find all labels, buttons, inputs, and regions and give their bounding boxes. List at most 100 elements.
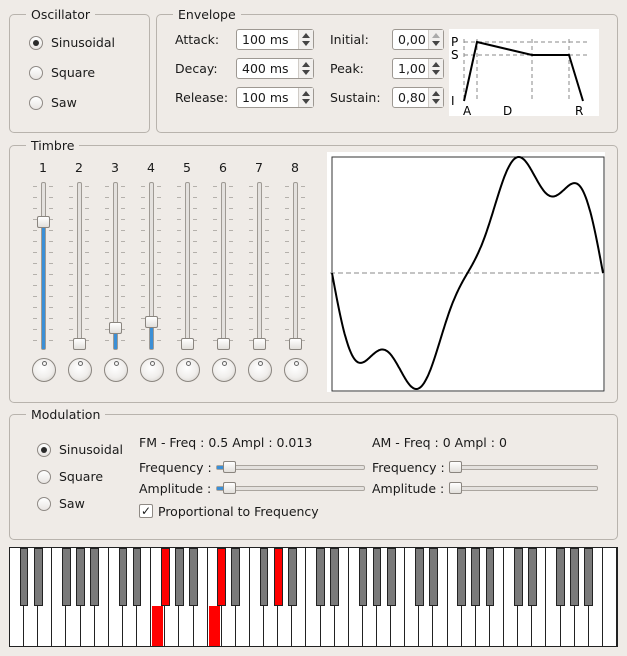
harmonic-slider-handle[interactable]: [181, 338, 194, 350]
harmonic-knob[interactable]: [104, 358, 128, 382]
radio-label: Saw: [59, 496, 85, 511]
black-key[interactable]: [132, 548, 142, 606]
black-key[interactable]: [175, 548, 184, 606]
radio-indicator[interactable]: [29, 65, 43, 80]
oscillator-sinusoidal-radio[interactable]: Sinusoidal: [29, 35, 115, 50]
black-key[interactable]: [76, 548, 85, 606]
slider-handle[interactable]: [222, 482, 236, 494]
modulation-saw-radio[interactable]: Saw: [37, 496, 85, 511]
harmonic-slider-handle[interactable]: [73, 338, 86, 350]
modulation-sinusoidal-radio[interactable]: Sinusoidal: [37, 442, 123, 457]
black-key[interactable]: [231, 548, 241, 606]
decay-spinbox[interactable]: 400 ms: [236, 58, 314, 79]
black-key[interactable]: [189, 548, 198, 606]
harmonic-knob[interactable]: [284, 358, 308, 382]
release-label: Release:: [175, 90, 229, 105]
harmonic-knob[interactable]: [212, 358, 236, 382]
slider-handle[interactable]: [449, 482, 462, 494]
black-key[interactable]: [386, 548, 396, 606]
harmonic-slider-handle[interactable]: [109, 322, 122, 335]
harmonic-knob[interactable]: [68, 358, 92, 382]
proportional-checkbox[interactable]: ✓: [139, 504, 153, 518]
black-key[interactable]: [570, 548, 580, 606]
black-key[interactable]: [556, 548, 565, 606]
black-key[interactable]: [19, 548, 29, 606]
radio-indicator[interactable]: [29, 35, 43, 50]
harmonic-slider[interactable]: [185, 182, 190, 350]
radio-indicator[interactable]: [37, 496, 51, 511]
sustain-label: Sustain:: [330, 90, 381, 105]
envelope-d-label: D: [503, 104, 512, 116]
harmonic-slider-handle[interactable]: [217, 338, 230, 350]
black-key[interactable]: [287, 548, 297, 606]
slider-handle[interactable]: [449, 461, 462, 473]
harmonic-slider[interactable]: [221, 182, 226, 350]
black-key[interactable]: [62, 548, 71, 606]
black-key[interactable]: [316, 548, 325, 606]
harmonic-slider[interactable]: [41, 182, 46, 350]
decay-stepper[interactable]: [298, 59, 313, 78]
radio-indicator[interactable]: [29, 95, 43, 110]
black-key[interactable]: [273, 548, 283, 606]
black-key[interactable]: [485, 548, 495, 606]
fm-amplitude-slider[interactable]: [216, 482, 365, 494]
black-key[interactable]: [471, 548, 481, 606]
black-key[interactable]: [90, 548, 100, 606]
black-key[interactable]: [259, 548, 269, 606]
slider-handle[interactable]: [222, 461, 236, 473]
attack-stepper[interactable]: [298, 30, 313, 49]
envelope-diagram: P S I A D R: [449, 29, 599, 116]
oscillator-square-radio[interactable]: Square: [29, 65, 95, 80]
harmonic-knob[interactable]: [248, 358, 272, 382]
initial-spinbox[interactable]: 0,00: [392, 29, 444, 50]
release-stepper[interactable]: [298, 88, 313, 107]
harmonic-slider[interactable]: [257, 182, 262, 350]
decay-label: Decay:: [175, 61, 218, 76]
release-spinbox[interactable]: 100 ms: [236, 87, 314, 108]
harmonic-slider-handle[interactable]: [289, 338, 302, 350]
radio-label: Square: [59, 469, 104, 484]
envelope-group: Envelope Attack: 100 ms Decay: 400 ms Re…: [156, 7, 618, 133]
sustain-value: 0,80: [398, 90, 426, 105]
black-key[interactable]: [330, 548, 340, 606]
initial-stepper[interactable]: [428, 30, 443, 49]
piano-keyboard[interactable]: [9, 547, 618, 647]
modulation-square-radio[interactable]: Square: [37, 469, 103, 484]
sustain-stepper[interactable]: [428, 88, 443, 107]
black-key[interactable]: [160, 548, 170, 606]
harmonic-knob[interactable]: [176, 358, 200, 382]
white-key[interactable]: [603, 548, 617, 646]
black-key[interactable]: [513, 548, 523, 606]
harmonic-slider-handle[interactable]: [37, 216, 50, 229]
radio-indicator[interactable]: [37, 442, 51, 457]
harmonic-slider-handle[interactable]: [145, 316, 158, 329]
peak-spinbox[interactable]: 1,00: [392, 58, 444, 79]
black-key[interactable]: [33, 548, 43, 606]
harmonic-slider[interactable]: [77, 182, 82, 350]
black-key[interactable]: [414, 548, 424, 606]
oscillator-title: Oscillator: [26, 7, 95, 22]
black-key[interactable]: [372, 548, 382, 606]
harmonic-slider-handle[interactable]: [253, 338, 266, 350]
harmonic-slider[interactable]: [293, 182, 298, 350]
radio-label: Saw: [51, 95, 77, 110]
am-frequency-slider[interactable]: [449, 461, 598, 473]
black-key[interactable]: [217, 548, 227, 606]
black-key[interactable]: [584, 548, 594, 606]
radio-indicator[interactable]: [37, 469, 51, 484]
fm-frequency-slider[interactable]: [216, 461, 365, 473]
black-key[interactable]: [527, 548, 537, 606]
black-key[interactable]: [358, 548, 368, 606]
attack-spinbox[interactable]: 100 ms: [236, 29, 314, 50]
black-key[interactable]: [457, 548, 467, 606]
timbre-group: Timbre 1 2 3 4 5 6 7 8: [9, 138, 618, 403]
harmonic-knob[interactable]: [32, 358, 56, 382]
oscillator-saw-radio[interactable]: Saw: [29, 95, 77, 110]
harmonic-label: 4: [147, 160, 155, 175]
harmonic-knob[interactable]: [140, 358, 164, 382]
am-amplitude-slider[interactable]: [449, 482, 598, 494]
black-key[interactable]: [429, 548, 438, 606]
peak-stepper[interactable]: [428, 59, 443, 78]
sustain-spinbox[interactable]: 0,80: [392, 87, 444, 108]
black-key[interactable]: [118, 548, 128, 606]
